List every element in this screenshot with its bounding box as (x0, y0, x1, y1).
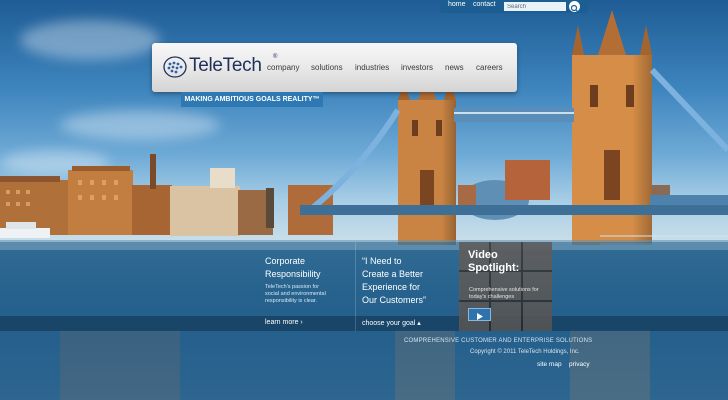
footer-tagline: COMPREHENSIVE CUSTOMER AND ENTERPRISE SO… (404, 338, 593, 344)
learn-more-link[interactable]: learn more › (265, 319, 303, 326)
teletech-globe-icon[interactable] (163, 56, 187, 78)
copyright-text: Copyright © 2011 TeleTech Holdings, Inc. (470, 349, 580, 355)
home-link[interactable]: home (448, 1, 466, 8)
quote-line2: Create a Better (362, 269, 424, 279)
corporate-body-line3: responsibility is clear. (265, 298, 317, 304)
nav-industries[interactable]: industries (355, 63, 389, 72)
search-input[interactable] (504, 2, 566, 11)
nav-news[interactable]: news (445, 63, 464, 72)
play-video-button[interactable] (468, 308, 491, 321)
privacy-link[interactable]: privacy (569, 361, 590, 368)
video-desc-line2: today's challenges (469, 294, 515, 300)
site-map-link[interactable]: site map (537, 361, 562, 368)
tagline-banner: MAKING AMBITIOUS GOALS REALITY™ (181, 92, 323, 107)
brand-name[interactable]: TeleTech (189, 55, 262, 77)
video-desc-line1: Comprehensive solutions for (469, 287, 539, 293)
corporate-body-line1: TeleTech's passion for (265, 284, 319, 290)
quote-line1: “I Need to (362, 256, 402, 266)
video-title-line1: Video (468, 249, 498, 261)
nav-careers[interactable]: careers (476, 63, 503, 72)
search-icon (570, 4, 579, 13)
nav-investors[interactable]: investors (401, 63, 433, 72)
corporate-title-line2: Responsibility (265, 269, 321, 279)
video-title-line2: Spotlight: (468, 262, 520, 274)
nav-company[interactable]: company (267, 63, 299, 72)
quote-line4: Our Customers” (362, 295, 427, 305)
panel-divider (355, 242, 356, 331)
choose-your-goal-link[interactable]: choose your goal ▴ (362, 319, 421, 327)
search-button[interactable] (569, 1, 580, 13)
contact-link[interactable]: contact (473, 1, 496, 8)
quote-line3: Experience for (362, 282, 421, 292)
corporate-title-line1: Corporate (265, 256, 306, 266)
nav-solutions[interactable]: solutions (311, 63, 343, 72)
brand-trademark: ® (273, 54, 278, 60)
corporate-body-line2: social and environmental (265, 291, 326, 297)
play-icon (477, 313, 483, 320)
